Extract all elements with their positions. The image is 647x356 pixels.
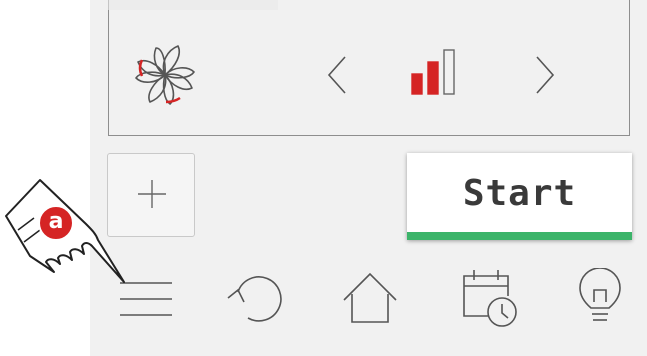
lightbulb-icon[interactable] bbox=[576, 268, 624, 328]
start-label: Start bbox=[462, 173, 577, 214]
start-status-bar bbox=[407, 232, 632, 240]
chevron-right-icon[interactable] bbox=[533, 54, 557, 96]
plus-icon bbox=[138, 180, 166, 208]
fan-icon bbox=[135, 45, 195, 105]
home-icon[interactable] bbox=[340, 270, 400, 326]
level-bar-active bbox=[427, 61, 439, 95]
start-button[interactable]: Start bbox=[407, 153, 632, 240]
level-bar-active bbox=[411, 73, 423, 95]
chevron-left-icon[interactable] bbox=[325, 54, 349, 96]
undo-icon[interactable] bbox=[224, 272, 288, 324]
fan-level-icon bbox=[411, 49, 455, 95]
level-bar-inactive bbox=[443, 49, 455, 95]
calendar-timer-icon[interactable] bbox=[458, 266, 522, 330]
annotation-badge: a bbox=[38, 205, 74, 241]
panel-divider bbox=[108, 0, 278, 10]
